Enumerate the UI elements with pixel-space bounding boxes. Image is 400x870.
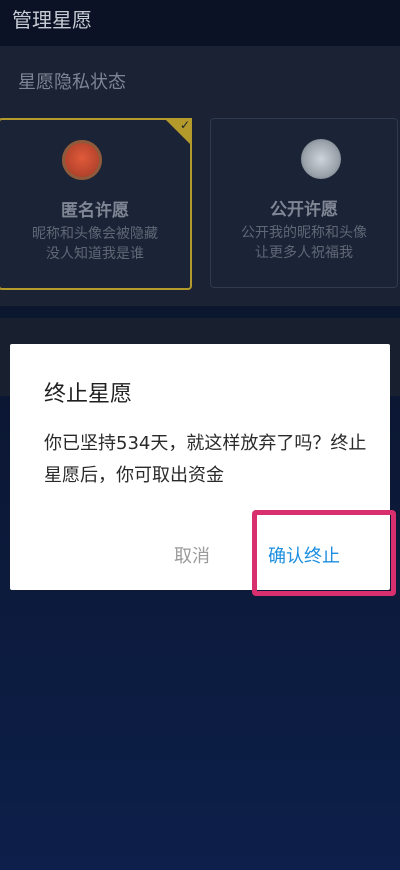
public-wish-option[interactable]: 公开许愿 公开我的昵称和头像 让更多人祝福我 — [210, 118, 398, 288]
privacy-section-title: 星愿隐私状态 — [18, 72, 126, 93]
app-header: 管理星愿 — [0, 0, 400, 40]
anonymous-wish-option[interactable]: ✓ 匿名许愿 昵称和头像会被隐藏 没人知道我是谁 — [0, 118, 192, 290]
option-desc-line: 没人知道我是谁 — [46, 246, 144, 262]
option-description: 公开我的昵称和头像 让更多人祝福我 — [211, 223, 397, 263]
cancel-button[interactable]: 取消 — [174, 542, 210, 568]
option-desc-line: 昵称和头像会被隐藏 — [32, 226, 158, 242]
highlight-annotation — [252, 510, 396, 596]
option-title: 公开许愿 — [270, 200, 338, 220]
checkmark-icon: ✓ — [164, 118, 192, 146]
option-desc-line: 公开我的昵称和头像 — [241, 225, 367, 241]
option-title: 匿名许愿 — [61, 201, 129, 221]
public-avatar-icon — [301, 139, 341, 179]
anonymous-avatar-icon — [62, 140, 102, 180]
page-title: 管理星愿 — [12, 8, 92, 32]
dialog-title: 终止星愿 — [44, 382, 133, 407]
option-description: 昵称和头像会被隐藏 没人知道我是谁 — [0, 224, 190, 264]
privacy-panel: 星愿隐私状态 ✓ 匿名许愿 昵称和头像会被隐藏 没人知道我是谁 公开许愿 公开我… — [0, 46, 400, 306]
option-desc-line: 让更多人祝福我 — [255, 245, 353, 261]
dialog-message: 你已坚持534天，就这样放弃了吗？终止星愿后，你可取出资金 — [44, 433, 367, 486]
